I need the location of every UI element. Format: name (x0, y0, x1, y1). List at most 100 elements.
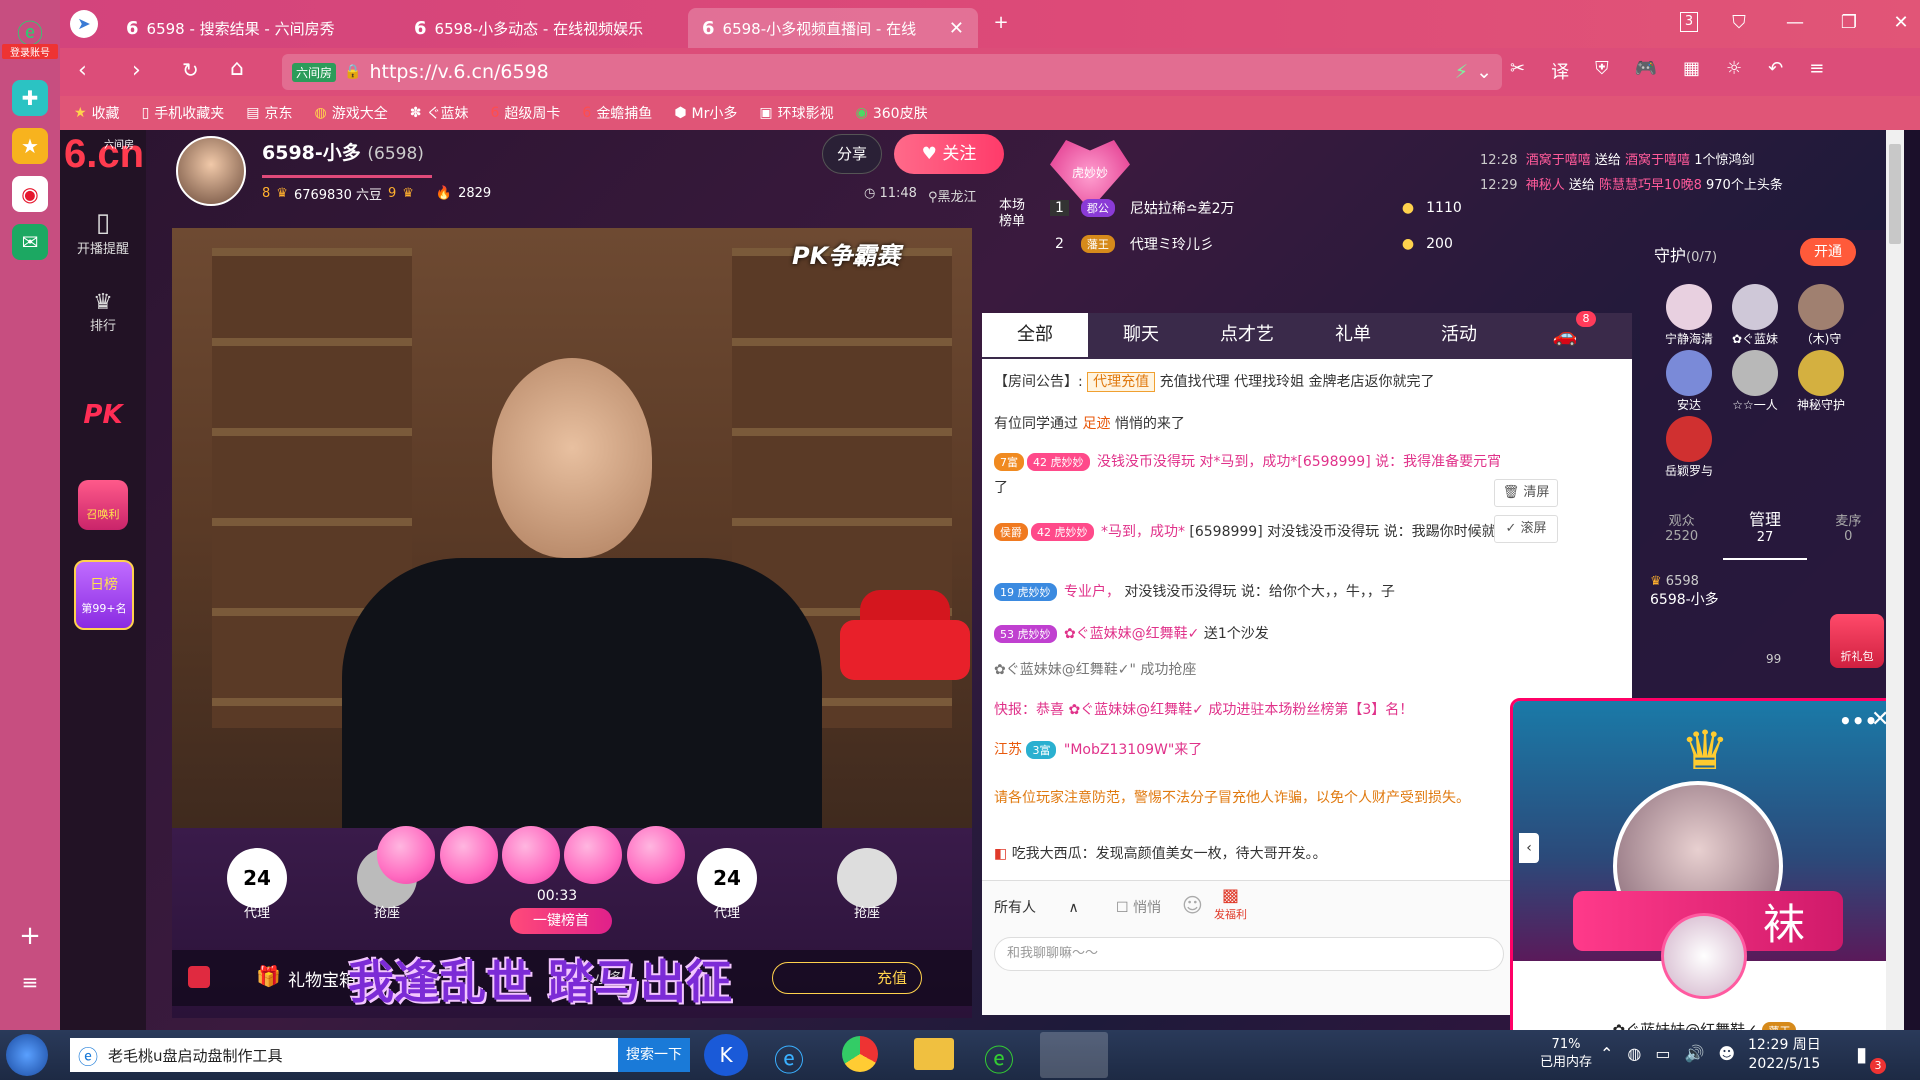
tray-app-icon[interactable]: ☻ (1718, 1044, 1735, 1063)
gift-bubble[interactable] (440, 826, 498, 884)
welfare-button[interactable]: ▩ 发福利 (1214, 885, 1247, 922)
tab-gift-list[interactable]: 礼单 (1300, 313, 1406, 357)
tab-mic-queue[interactable]: 麦序 0 (1807, 500, 1890, 560)
forward-icon[interactable]: › (132, 58, 141, 83)
live-reminder[interactable]: ▯ 开播提醒 (60, 208, 146, 257)
emoji-icon[interactable]: ☺ (1182, 893, 1203, 917)
tab-activity[interactable]: 活动 (1406, 313, 1512, 357)
share-button[interactable]: 分享 (822, 134, 882, 174)
shield-icon[interactable]: ⛨ (1595, 58, 1609, 84)
chat-input[interactable]: 和我聊聊嘛～～ (994, 937, 1504, 971)
folder-icon[interactable] (914, 1038, 954, 1070)
user-name[interactable]: "MobZ13109W"来了 (1064, 742, 1202, 758)
chrome-icon[interactable] (842, 1036, 878, 1072)
user-name[interactable]: *马到，成功* (1101, 524, 1185, 540)
navigation-icon[interactable]: ➤ (70, 10, 98, 38)
translate-icon[interactable]: 译 (1551, 58, 1569, 84)
recharge-button[interactable]: 充值 (772, 962, 922, 994)
user-name[interactable]: 专业户， (1064, 584, 1120, 600)
follow-button[interactable]: ♥ 关注 (894, 134, 1004, 174)
bookmark-item[interactable]: 6 超级周卡 (490, 103, 560, 123)
home-icon[interactable]: ⌂ (230, 56, 244, 81)
notice-tag[interactable]: 代理充值 (1087, 372, 1156, 392)
guard-member[interactable]: 神秘守护 (1786, 350, 1856, 413)
grid-icon[interactable]: ▦ (1683, 58, 1700, 84)
bookmark-item[interactable]: ◉ 360皮肤 (856, 103, 928, 123)
url-field[interactable]: 六间房 🔒 https://v.6.cn/6598 ⚡ ⌄ (282, 54, 1502, 90)
guard-member[interactable]: 岳颖罗与 (1654, 416, 1724, 479)
k-app-icon[interactable]: K (704, 1034, 748, 1076)
minimize-icon[interactable]: — (1780, 10, 1810, 36)
scroll-thumb[interactable] (1889, 144, 1901, 244)
reload-icon[interactable]: ↻ (182, 58, 199, 82)
tab-dynamics[interactable]: 6 6598-小多动态 - 在线视频娱乐 (400, 8, 686, 48)
gift-bubble[interactable] (377, 826, 435, 884)
volume-icon[interactable]: 🔊 (1685, 1044, 1705, 1063)
guard-member[interactable]: （木)守 (1786, 284, 1856, 347)
shirt-skin-icon[interactable]: ⛉ (1724, 10, 1754, 36)
search-button[interactable]: 搜索一下 (618, 1038, 690, 1072)
tray-up-icon[interactable]: ⌃ (1600, 1044, 1613, 1063)
pk-logo[interactable]: PK (60, 400, 146, 430)
target-select[interactable]: 所有人 ∧ (994, 897, 1079, 917)
bookmark-item[interactable]: ⬢ Mr小多 (674, 103, 737, 123)
seat-1[interactable]: 24 代理 (202, 848, 312, 948)
mail-icon[interactable]: ✉ (12, 224, 48, 260)
dropdown-icon[interactable]: ⌄ (1476, 61, 1492, 83)
clock[interactable]: 12:29 周日 2022/5/15 (1748, 1036, 1821, 1074)
tab-all[interactable]: 全部 (982, 313, 1088, 357)
seat-6[interactable]: 24 代理 (672, 848, 782, 948)
lightning-icon[interactable]: ⚡ (1455, 61, 1468, 83)
guard-member[interactable]: 宁静海清 (1654, 284, 1724, 347)
gift-bubble[interactable] (502, 826, 560, 884)
hamburger-icon[interactable]: ≡ (1809, 58, 1824, 84)
user-name[interactable]: 没钱没币没得玩 (1097, 454, 1195, 470)
guard-member[interactable]: ☆☆一人 (1720, 350, 1790, 413)
gift-pack-button[interactable]: 折礼包 (1830, 614, 1884, 668)
guard-member[interactable]: 安达 (1654, 350, 1724, 413)
scroll-screen-button[interactable]: ✓ 滚屏 (1494, 515, 1558, 543)
brightness-icon[interactable]: ☼ (1726, 58, 1742, 84)
star-app-icon[interactable]: ★ (12, 128, 48, 164)
menu-icon[interactable]: ≡ (12, 964, 48, 1000)
game-icon[interactable]: 🎮 (1635, 58, 1657, 84)
daily-rank-card[interactable]: 日榜 第99+名 (74, 560, 134, 630)
tab-audience[interactable]: 观众 2520 (1640, 500, 1723, 560)
weibo-icon[interactable]: ◉ (12, 176, 48, 212)
tab-manage[interactable]: 管理 27 (1723, 500, 1807, 560)
bookmark-item[interactable]: ★ 收藏 (74, 103, 120, 123)
tab-search-results[interactable]: 6 6598 - 搜索结果 - 六间房秀 (112, 8, 398, 48)
undo-icon[interactable]: ↶ (1768, 58, 1783, 84)
chevron-left-icon[interactable]: ‹ (1519, 833, 1539, 863)
bookmark-item[interactable]: ▤ 京东 (246, 103, 292, 123)
rank-row[interactable]: 2 藩王 代理ミ玲儿彡 ● 200 (1050, 234, 1453, 254)
quiet-checkbox[interactable]: ☐ 悄悄 (1116, 897, 1161, 917)
browser-360-icon[interactable]: ⓔ (984, 1036, 1014, 1080)
active-app[interactable] (1040, 1032, 1108, 1078)
restore-icon[interactable]: ❐ (1834, 10, 1864, 36)
add-icon[interactable]: + (12, 918, 48, 954)
streamer-avatar[interactable] (176, 136, 246, 206)
close-tab-icon[interactable]: ✕ (949, 18, 964, 39)
ie-taskbar-icon[interactable]: ⓔ (774, 1036, 804, 1080)
network-icon[interactable]: ▭ (1655, 1044, 1670, 1063)
close-window-icon[interactable]: ✕ (1886, 10, 1916, 36)
bookmark-item[interactable]: ✽ ぐ蓝妹 (410, 103, 469, 123)
start-button[interactable] (6, 1034, 48, 1076)
seat-7[interactable]: 抢座 (812, 848, 922, 948)
tray-360-icon[interactable]: ◍ (1627, 1044, 1641, 1063)
back-icon[interactable]: ‹ (78, 58, 87, 83)
clear-screen-button[interactable]: 🗑 清屏 (1494, 479, 1558, 507)
guard-member[interactable]: ✿ぐ蓝妹 (1720, 284, 1790, 347)
tab-chat[interactable]: 聊天 (1088, 313, 1194, 357)
bookmark-item[interactable]: ◍ 游戏大全 (315, 103, 388, 123)
bookmark-item[interactable]: ▯ 手机收藏夹 (142, 103, 225, 123)
memory-indicator[interactable]: 71% 已用内存 (1540, 1036, 1592, 1072)
rank-row[interactable]: 1 郡公 尼姑拉稀≏差2万 ● 1110 (1050, 198, 1462, 218)
tab-live-room[interactable]: 6 6598-小多视频直播间 - 在线 ✕ (688, 8, 978, 48)
login-label[interactable]: 登录账号 (2, 44, 58, 59)
video-player[interactable]: PK争霸赛 (172, 228, 972, 828)
tab-count-badge[interactable]: 3 (1680, 12, 1698, 32)
footprint-link[interactable]: 足迹 (1082, 416, 1110, 432)
new-tab-icon[interactable]: + (986, 10, 1016, 36)
